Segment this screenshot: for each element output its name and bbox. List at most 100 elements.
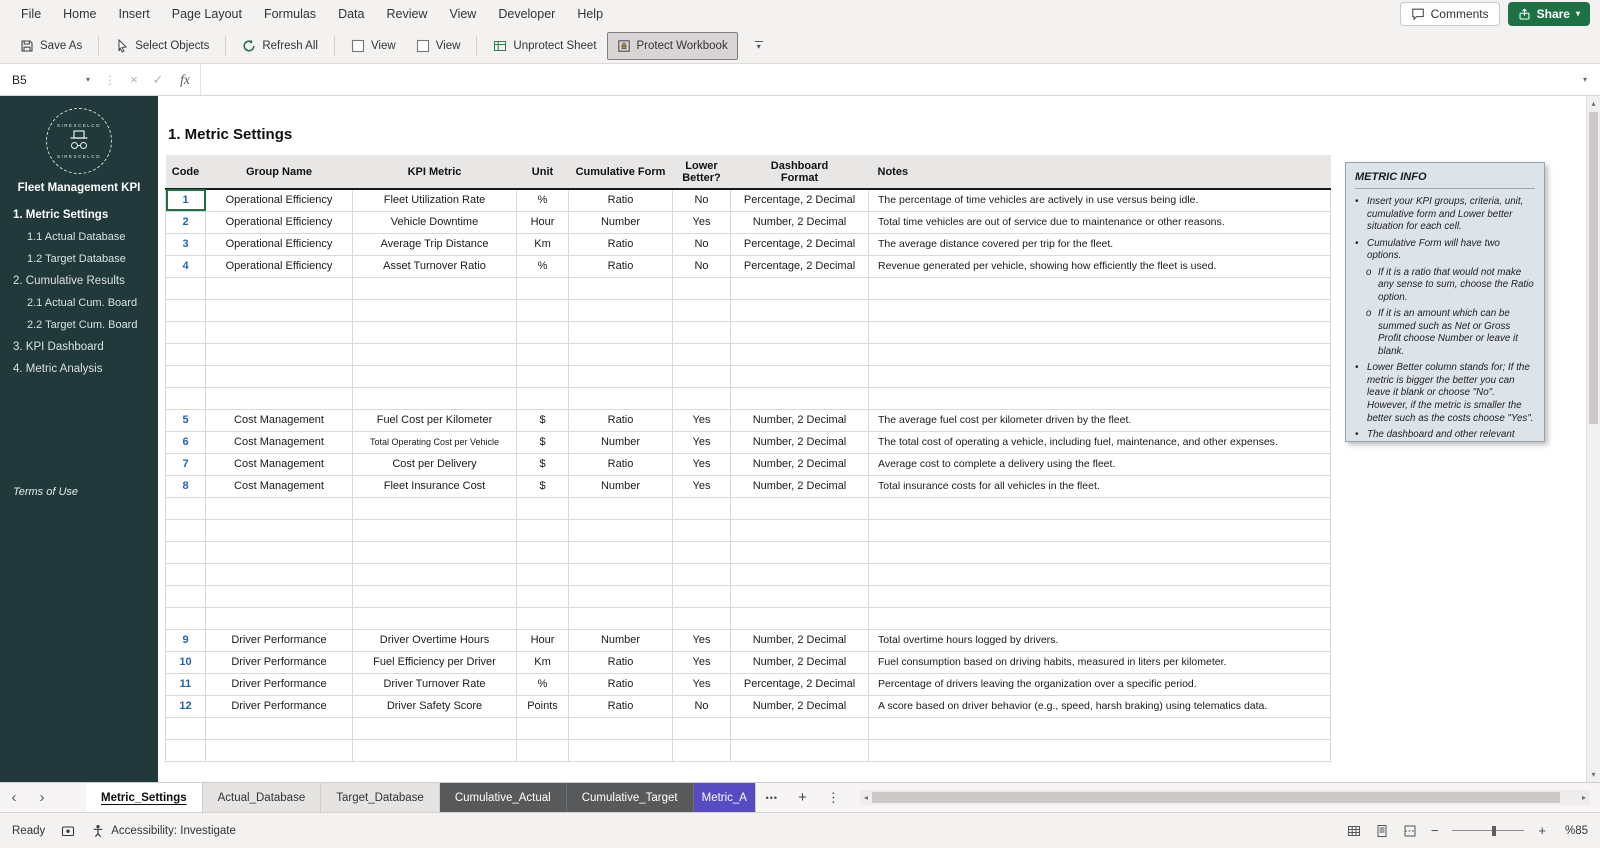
accessibility-status[interactable]: Accessibility: Investigate [91,824,236,838]
cell-lower[interactable] [672,739,731,762]
cell-format[interactable]: Number, 2 Decimal [730,431,869,454]
cell-metric[interactable]: Total Operating Cost per Vehicle [352,431,517,454]
cell-lower[interactable] [672,717,731,740]
cell-cumulative[interactable] [568,321,673,344]
scroll-down-icon[interactable]: ▾ [1587,767,1600,782]
cell-code[interactable] [165,607,206,630]
cell-format[interactable] [730,563,869,586]
cell-code[interactable] [165,739,206,762]
cell-cumulative[interactable]: Number [568,211,673,234]
cell-metric[interactable] [352,717,517,740]
cell-unit[interactable] [516,717,569,740]
cell-code[interactable]: 1 [165,189,206,212]
menu-tab-home[interactable]: Home [52,0,107,28]
cell-cumulative[interactable] [568,585,673,608]
cell-group[interactable]: Driver Performance [205,651,353,674]
cell-code[interactable] [165,343,206,366]
cell-lower[interactable]: Yes [672,673,731,696]
cancel-entry-button[interactable]: × [122,72,146,87]
cell-format[interactable] [730,497,869,520]
cell-notes[interactable]: Revenue generated per vehicle, showing h… [868,255,1331,278]
cell-lower[interactable] [672,299,731,322]
scroll-left-icon[interactable]: ◂ [860,793,872,802]
cell-group[interactable]: Driver Performance [205,695,353,718]
cell-unit[interactable] [516,343,569,366]
formula-input[interactable] [200,64,1570,95]
zoom-level-label[interactable]: %85 [1560,825,1588,837]
cell-format[interactable]: Number, 2 Decimal [730,453,869,476]
cell-lower[interactable]: Yes [672,651,731,674]
cell-lower[interactable]: Yes [672,453,731,476]
select-objects-button[interactable]: Select Objects [105,32,219,60]
refresh-all-button[interactable]: Refresh All [232,32,328,60]
cell-unit[interactable]: % [516,673,569,696]
menu-tab-formulas[interactable]: Formulas [253,0,327,28]
cell-code[interactable]: 8 [165,475,206,498]
cell-lower[interactable] [672,277,731,300]
cell-cumulative[interactable]: Ratio [568,255,673,278]
cell-unit[interactable] [516,365,569,388]
cell-group[interactable]: Cost Management [205,409,353,432]
cell-cumulative[interactable]: Number [568,431,673,454]
sidebar-item-2-2-target-cum-board[interactable]: 2.2 Target Cum. Board [0,314,158,336]
cell-notes[interactable]: Average cost to complete a delivery usin… [868,453,1331,476]
macro-record-icon[interactable] [61,824,75,838]
cell-code[interactable]: 10 [165,651,206,674]
cell-unit[interactable]: Hour [516,211,569,234]
cell-group[interactable]: Operational Efficiency [205,233,353,256]
cell-cumulative[interactable] [568,563,673,586]
sidebar-item-1-2-target-database[interactable]: 1.2 Target Database [0,248,158,270]
cell-format[interactable]: Number, 2 Decimal [730,475,869,498]
cell-lower[interactable] [672,321,731,344]
cell-format[interactable]: Number, 2 Decimal [730,409,869,432]
cell-lower[interactable] [672,585,731,608]
cell-unit[interactable] [516,739,569,762]
cell-notes[interactable]: Total insurance costs for all vehicles i… [868,475,1331,498]
horizontal-scrollbar[interactable]: ◂ ▸ [859,790,1590,805]
cell-code[interactable]: 5 [165,409,206,432]
cell-format[interactable]: Number, 2 Decimal [730,211,869,234]
cell-code[interactable]: 6 [165,431,206,454]
cell-format[interactable]: Number, 2 Decimal [730,695,869,718]
cell-unit[interactable] [516,497,569,520]
cell-lower[interactable]: Yes [672,211,731,234]
zoom-slider[interactable] [1452,825,1525,837]
cell-format[interactable] [730,739,869,762]
page-break-view-icon[interactable] [1403,824,1417,838]
confirm-entry-button[interactable]: ✓ [146,72,170,88]
cell-group[interactable] [205,519,353,542]
cell-code[interactable]: 2 [165,211,206,234]
tab-cumulative-target[interactable]: Cumulative_Target [566,783,694,812]
cell-code[interactable]: 7 [165,453,206,476]
cell-group[interactable] [205,541,353,564]
menu-tab-data[interactable]: Data [327,0,375,28]
cell-group[interactable] [205,607,353,630]
cell-lower[interactable]: No [672,695,731,718]
cell-format[interactable] [730,607,869,630]
cell-format[interactable] [730,321,869,344]
tab-target-database[interactable]: Target_Database [321,783,440,812]
cell-metric[interactable]: Average Trip Distance [352,233,517,256]
cell-cumulative[interactable] [568,277,673,300]
cell-group[interactable]: Driver Performance [205,629,353,652]
cell-cumulative[interactable]: Number [568,629,673,652]
cell-notes[interactable] [868,585,1331,608]
normal-view-icon[interactable] [1347,824,1361,838]
cell-unit[interactable] [516,585,569,608]
terms-of-use-link[interactable]: Terms of Use [0,486,158,498]
cell-group[interactable] [205,277,353,300]
cell-cumulative[interactable] [568,299,673,322]
menu-tab-insert[interactable]: Insert [108,0,161,28]
cell-metric[interactable] [352,277,517,300]
cell-metric[interactable] [352,497,517,520]
unprotect-sheet-button[interactable]: Unprotect Sheet [483,32,606,60]
cell-code[interactable] [165,497,206,520]
cell-reference-box[interactable]: B5 ▾ [0,64,98,95]
cell-format[interactable]: Percentage, 2 Decimal [730,233,869,256]
cell-metric[interactable] [352,541,517,564]
cell-format[interactable] [730,387,869,410]
cell-notes[interactable] [868,563,1331,586]
cell-metric[interactable] [352,387,517,410]
cell-group[interactable]: Operational Efficiency [205,255,353,278]
cell-unit[interactable] [516,387,569,410]
